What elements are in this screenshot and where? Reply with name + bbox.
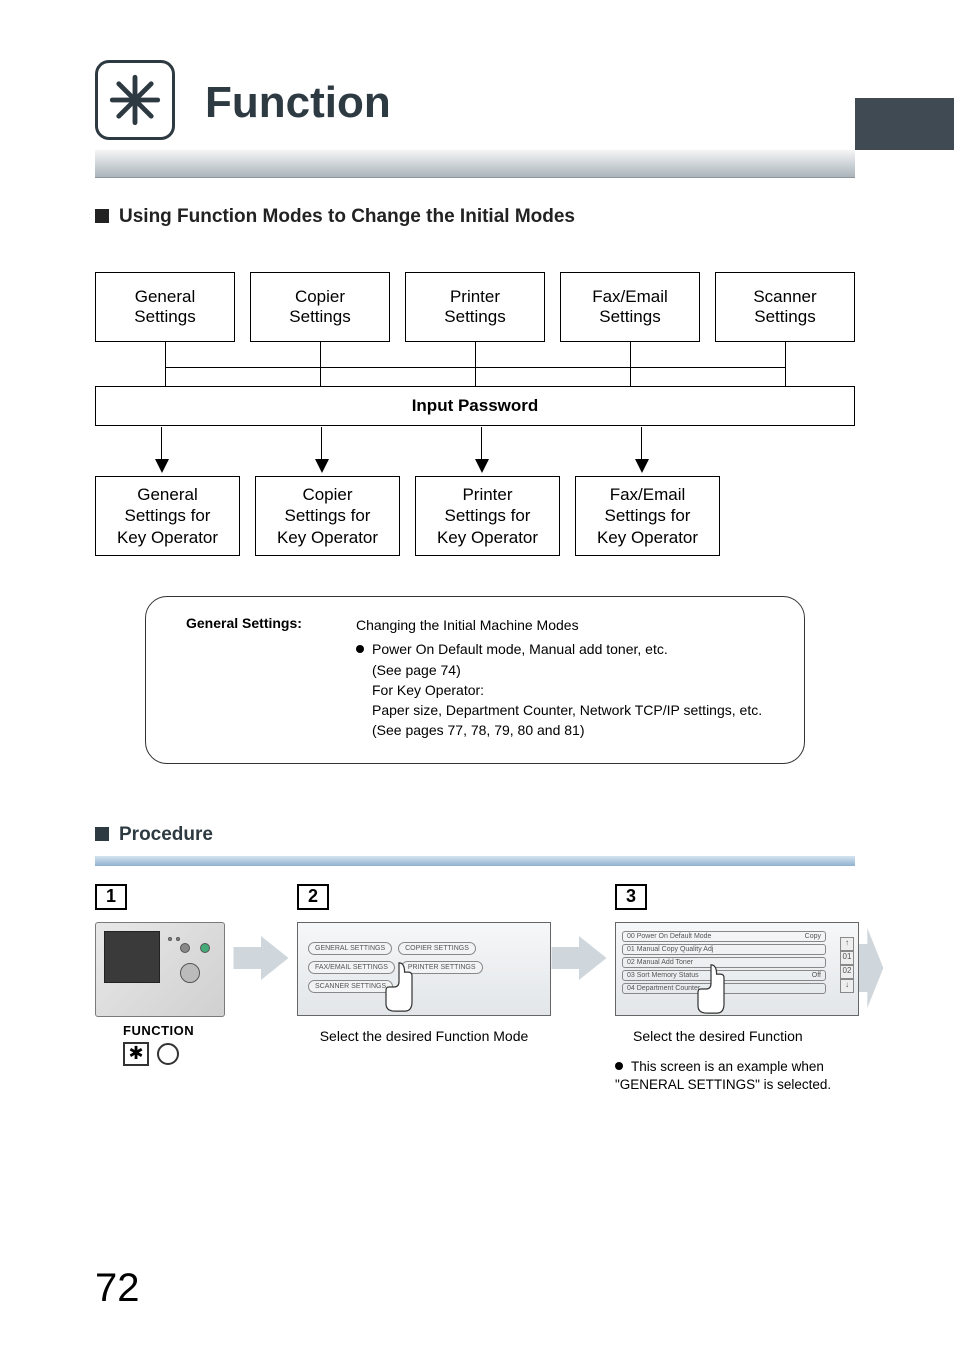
device-panel-illustration [95, 922, 225, 1017]
scroll-page[interactable]: 01 [840, 951, 854, 965]
step-number-2: 2 [297, 884, 329, 910]
note-line: For Key Operator: [372, 680, 774, 700]
note-line: (See page 74) [372, 660, 774, 680]
note-body: Changing the Initial Machine Modes Power… [356, 615, 774, 741]
general-settings-note: General Settings: Changing the Initial M… [145, 596, 805, 764]
page-title: Function [205, 78, 391, 128]
connector [785, 342, 786, 387]
section-subtitle: Using Function Modes to Change the Initi… [95, 206, 954, 228]
step-number-1: 1 [95, 884, 127, 910]
function-button-label: FUNCTION [123, 1023, 233, 1038]
step3-caption: Select the desired Function [633, 1028, 859, 1044]
box-label: Fax/Email Settings [592, 287, 668, 328]
header-tab [855, 98, 954, 150]
arrow-down-icon [635, 459, 649, 473]
list-item[interactable]: 01 Manual Copy Quality Adj [622, 944, 826, 955]
input-password-box: Input Password [95, 386, 855, 426]
mode-button-copier[interactable]: COPIER SETTINGS [398, 942, 476, 955]
bullet-icon [615, 1062, 623, 1070]
procedure-heading: Procedure [95, 824, 954, 846]
box-fax-email-settings: Fax/Email Settings [560, 272, 700, 342]
list-item[interactable]: 00 Power On Default ModeCopy [622, 931, 826, 942]
step3-note-text: This screen is an example when "GENERAL … [615, 1059, 831, 1092]
mode-button-general[interactable]: GENERAL SETTINGS [308, 942, 392, 955]
page-number: 72 [95, 1266, 140, 1311]
procedure-divider [95, 856, 855, 866]
function-list-screen[interactable]: 00 Power On Default ModeCopy 01 Manual C… [615, 922, 859, 1016]
note-line: (See pages 77, 78, 79, 80 and 81) [372, 720, 774, 740]
header-divider [95, 150, 855, 178]
password-label: Input Password [412, 396, 539, 416]
note-line: Changing the Initial Machine Modes [356, 615, 774, 635]
step3-note: This screen is an example when "GENERAL … [615, 1058, 859, 1094]
square-bullet-icon [95, 827, 109, 841]
box-label: Scanner Settings [753, 287, 816, 328]
box-label: General Settings for Key Operator [117, 484, 218, 548]
note-line: Paper size, Department Counter, Network … [372, 700, 774, 720]
box-scanner-settings: Scanner Settings [715, 272, 855, 342]
box-label: Printer Settings [444, 287, 505, 328]
arrow-right-icon [233, 936, 289, 985]
box-label: Fax/Email Settings for Key Operator [597, 484, 698, 548]
arrow-right-icon [551, 936, 607, 985]
note-line: Power On Default mode, Manual add toner,… [372, 641, 668, 657]
box-label: General Settings [134, 287, 195, 328]
box-general-settings: General Settings [95, 272, 235, 342]
step2-caption: Select the desired Function Mode [297, 1028, 551, 1044]
box-fax-email-key-op: Fax/Email Settings for Key Operator [575, 476, 720, 556]
box-printer-key-op: Printer Settings for Key Operator [415, 476, 560, 556]
box-general-key-op: General Settings for Key Operator [95, 476, 240, 556]
box-printer-settings: Printer Settings [405, 272, 545, 342]
box-copier-key-op: Copier Settings for Key Operator [255, 476, 400, 556]
star-badge-icon [95, 60, 175, 140]
arrow-down-icon [315, 459, 329, 473]
procedure-steps: 1 FUNCTION ✱ 2 GENERAL S [95, 884, 885, 1094]
pointing-hand-icon [380, 961, 418, 1015]
function-star-icon: ✱ [123, 1042, 149, 1066]
connector [165, 367, 785, 368]
pointing-hand-icon [692, 963, 730, 1017]
scrollbar[interactable]: ↑ 01 02 ↓ [840, 937, 854, 993]
scroll-page[interactable]: 02 [840, 965, 854, 979]
scroll-down-icon[interactable]: ↓ [840, 979, 854, 993]
bullet-icon [356, 645, 364, 653]
function-mode-screen[interactable]: GENERAL SETTINGS COPIER SETTINGS FAX/EMA… [297, 922, 551, 1016]
box-copier-settings: Copier Settings [250, 272, 390, 342]
connector [320, 342, 321, 387]
step-number-3: 3 [615, 884, 647, 910]
square-bullet-icon [95, 209, 109, 223]
connector [630, 342, 631, 387]
box-label: Copier Settings [289, 287, 350, 328]
scroll-up-icon[interactable]: ↑ [840, 937, 854, 951]
connector [475, 342, 476, 387]
subtitle-text: Using Function Modes to Change the Initi… [119, 206, 575, 227]
arrow-down-icon [475, 459, 489, 473]
box-label: Printer Settings for Key Operator [437, 484, 538, 548]
connector [165, 342, 166, 387]
note-heading: General Settings: [186, 615, 336, 631]
flow-chart: General Settings Copier Settings Printer… [95, 254, 855, 556]
arrow-down-icon [155, 459, 169, 473]
procedure-title-text: Procedure [119, 824, 213, 845]
continue-arrow-icon [855, 928, 885, 1013]
function-button-icon[interactable] [157, 1043, 179, 1065]
box-label: Copier Settings for Key Operator [277, 484, 378, 548]
